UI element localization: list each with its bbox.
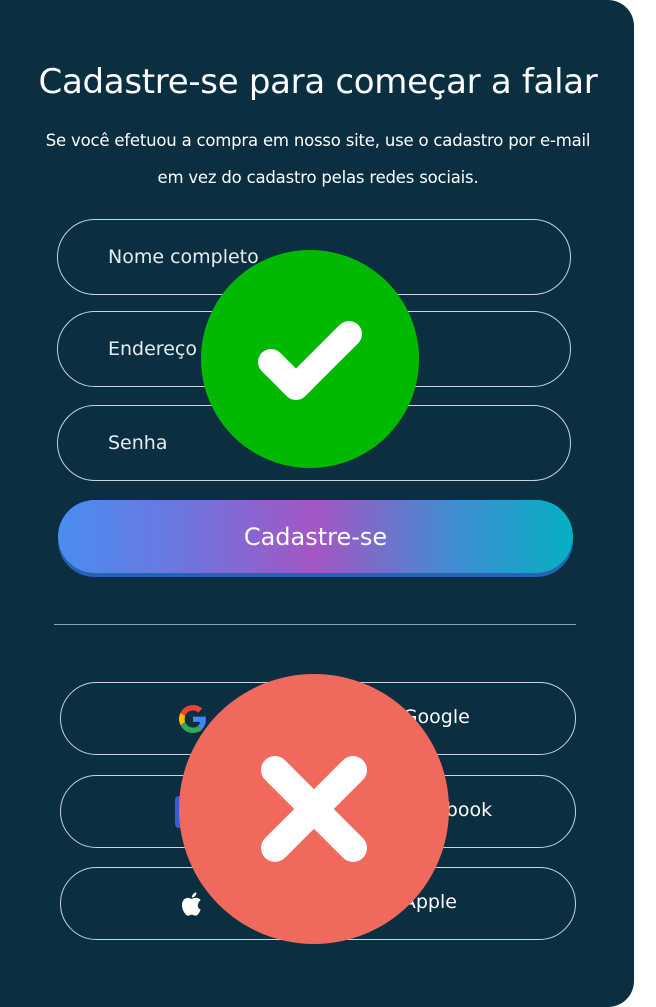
page-title: Cadastre-se para começar a falar (38, 62, 598, 102)
signup-button[interactable]: Cadastre-se (58, 500, 573, 573)
divider (54, 624, 576, 625)
cross-icon (261, 756, 367, 862)
subtitle: Se você efetuou a compra em nosso site, … (20, 122, 616, 196)
approved-badge (201, 250, 419, 468)
rejected-badge (179, 674, 449, 944)
subtitle-line-1: Se você efetuou a compra em nosso site, … (45, 131, 591, 150)
subtitle-line-2: em vez do cadastro pelas redes sociais. (157, 168, 479, 187)
checkmark-icon (258, 321, 362, 400)
